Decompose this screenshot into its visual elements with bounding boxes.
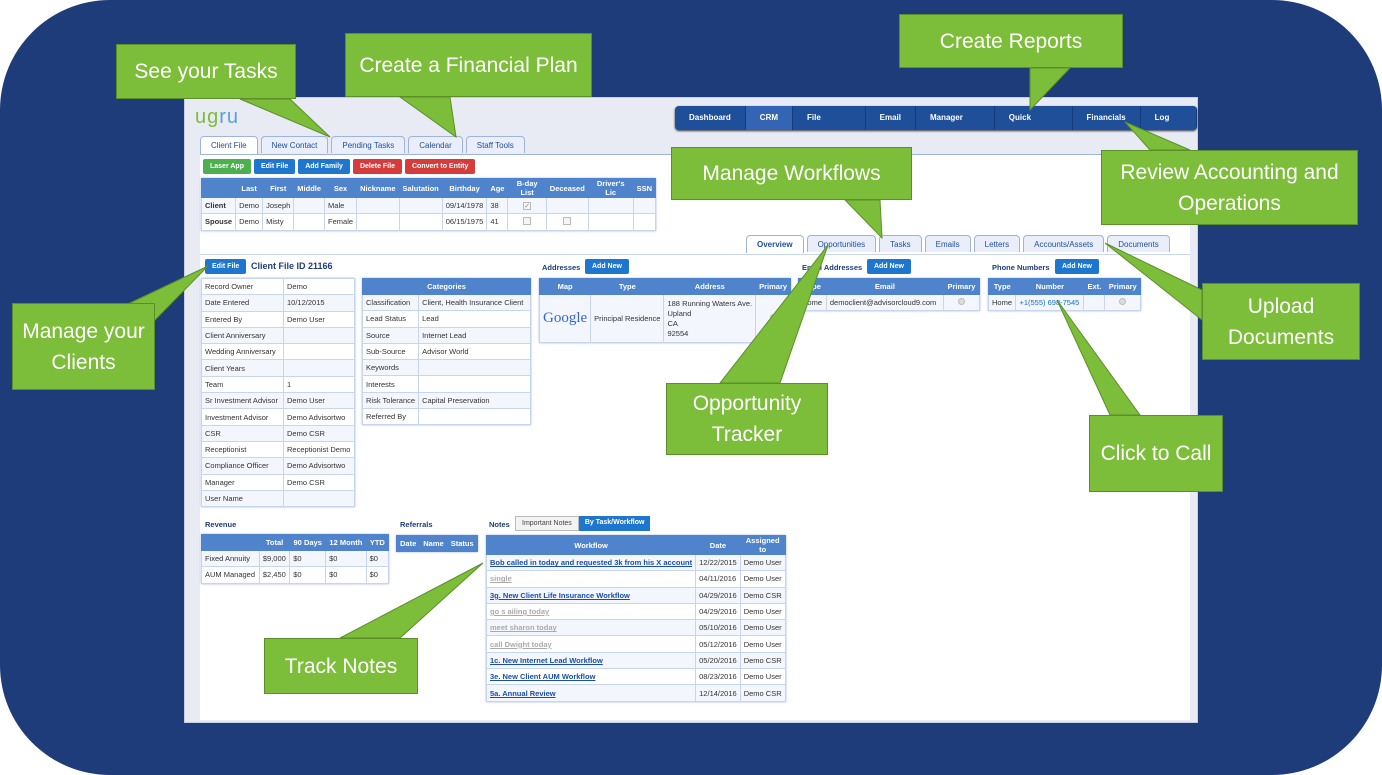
callout-workflows: Manage Workflows bbox=[671, 147, 912, 200]
callout-clients: Manage your Clients bbox=[12, 303, 155, 390]
pointer-call bbox=[1056, 299, 1141, 416]
pointer-tasks bbox=[239, 98, 331, 138]
pointer-plan bbox=[398, 96, 457, 139]
callout-plan: Create a Financial Plan bbox=[345, 33, 592, 97]
callout-opportunity: Opportunity Tracker bbox=[666, 383, 828, 455]
callout-accounting: Review Accounting and Operations bbox=[1101, 150, 1358, 225]
callout-reports: Create Reports bbox=[899, 14, 1123, 68]
callout-notes: Track Notes bbox=[264, 638, 418, 694]
pointer-reports bbox=[1029, 67, 1072, 112]
callout-tasks: See your Tasks bbox=[116, 44, 296, 99]
callout-call: Click to Call bbox=[1089, 415, 1223, 492]
pointer-accounting bbox=[1124, 121, 1191, 151]
pointer-opportunity bbox=[718, 244, 829, 384]
pointer-documents bbox=[1104, 242, 1203, 322]
callout-documents: Upload Documents bbox=[1202, 283, 1360, 360]
pointer-workflows bbox=[843, 199, 883, 240]
pointer-notes bbox=[339, 562, 484, 639]
